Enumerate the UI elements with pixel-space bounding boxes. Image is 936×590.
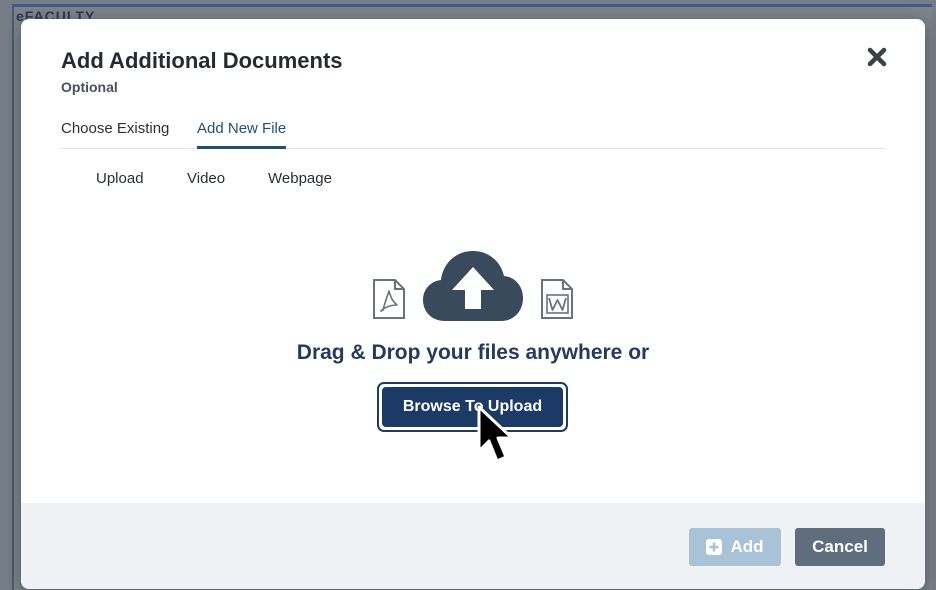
add-button-label: Add	[730, 537, 764, 556]
plus-square-icon	[706, 539, 723, 555]
close-button[interactable]	[863, 43, 891, 71]
word-file-icon	[541, 279, 573, 319]
tab-bar: Choose Existing Add New File	[61, 117, 885, 149]
modal-subtitle: Optional	[61, 79, 118, 95]
subtab-upload[interactable]: Upload	[96, 170, 144, 187]
mouse-cursor-icon	[477, 405, 514, 463]
background-top-bar	[12, 4, 932, 7]
modal-title: Add Additional Documents	[61, 48, 343, 73]
cancel-button[interactable]: Cancel	[795, 528, 885, 566]
browse-to-upload-button[interactable]: Browse To Upload	[382, 387, 563, 427]
close-icon	[867, 47, 887, 67]
modal-footer: Add Cancel	[21, 503, 925, 589]
subtab-webpage[interactable]: Webpage	[268, 170, 332, 187]
browse-button-focus-ring: Browse To Upload	[377, 382, 568, 432]
cloud-upload-icon	[423, 251, 523, 321]
tab-add-new-file[interactable]: Add New File	[197, 120, 287, 149]
pdf-file-icon	[373, 279, 405, 319]
add-documents-modal: Add Additional Documents Optional Choose…	[21, 19, 925, 589]
drop-zone[interactable]: Drag & Drop your files anywhere or Brows…	[21, 209, 925, 501]
tab-choose-existing[interactable]: Choose Existing	[61, 120, 169, 149]
subtab-video[interactable]: Video	[187, 170, 225, 187]
add-button[interactable]: Add	[689, 528, 781, 566]
drop-instruction: Drag & Drop your files anywhere or	[296, 341, 650, 364]
